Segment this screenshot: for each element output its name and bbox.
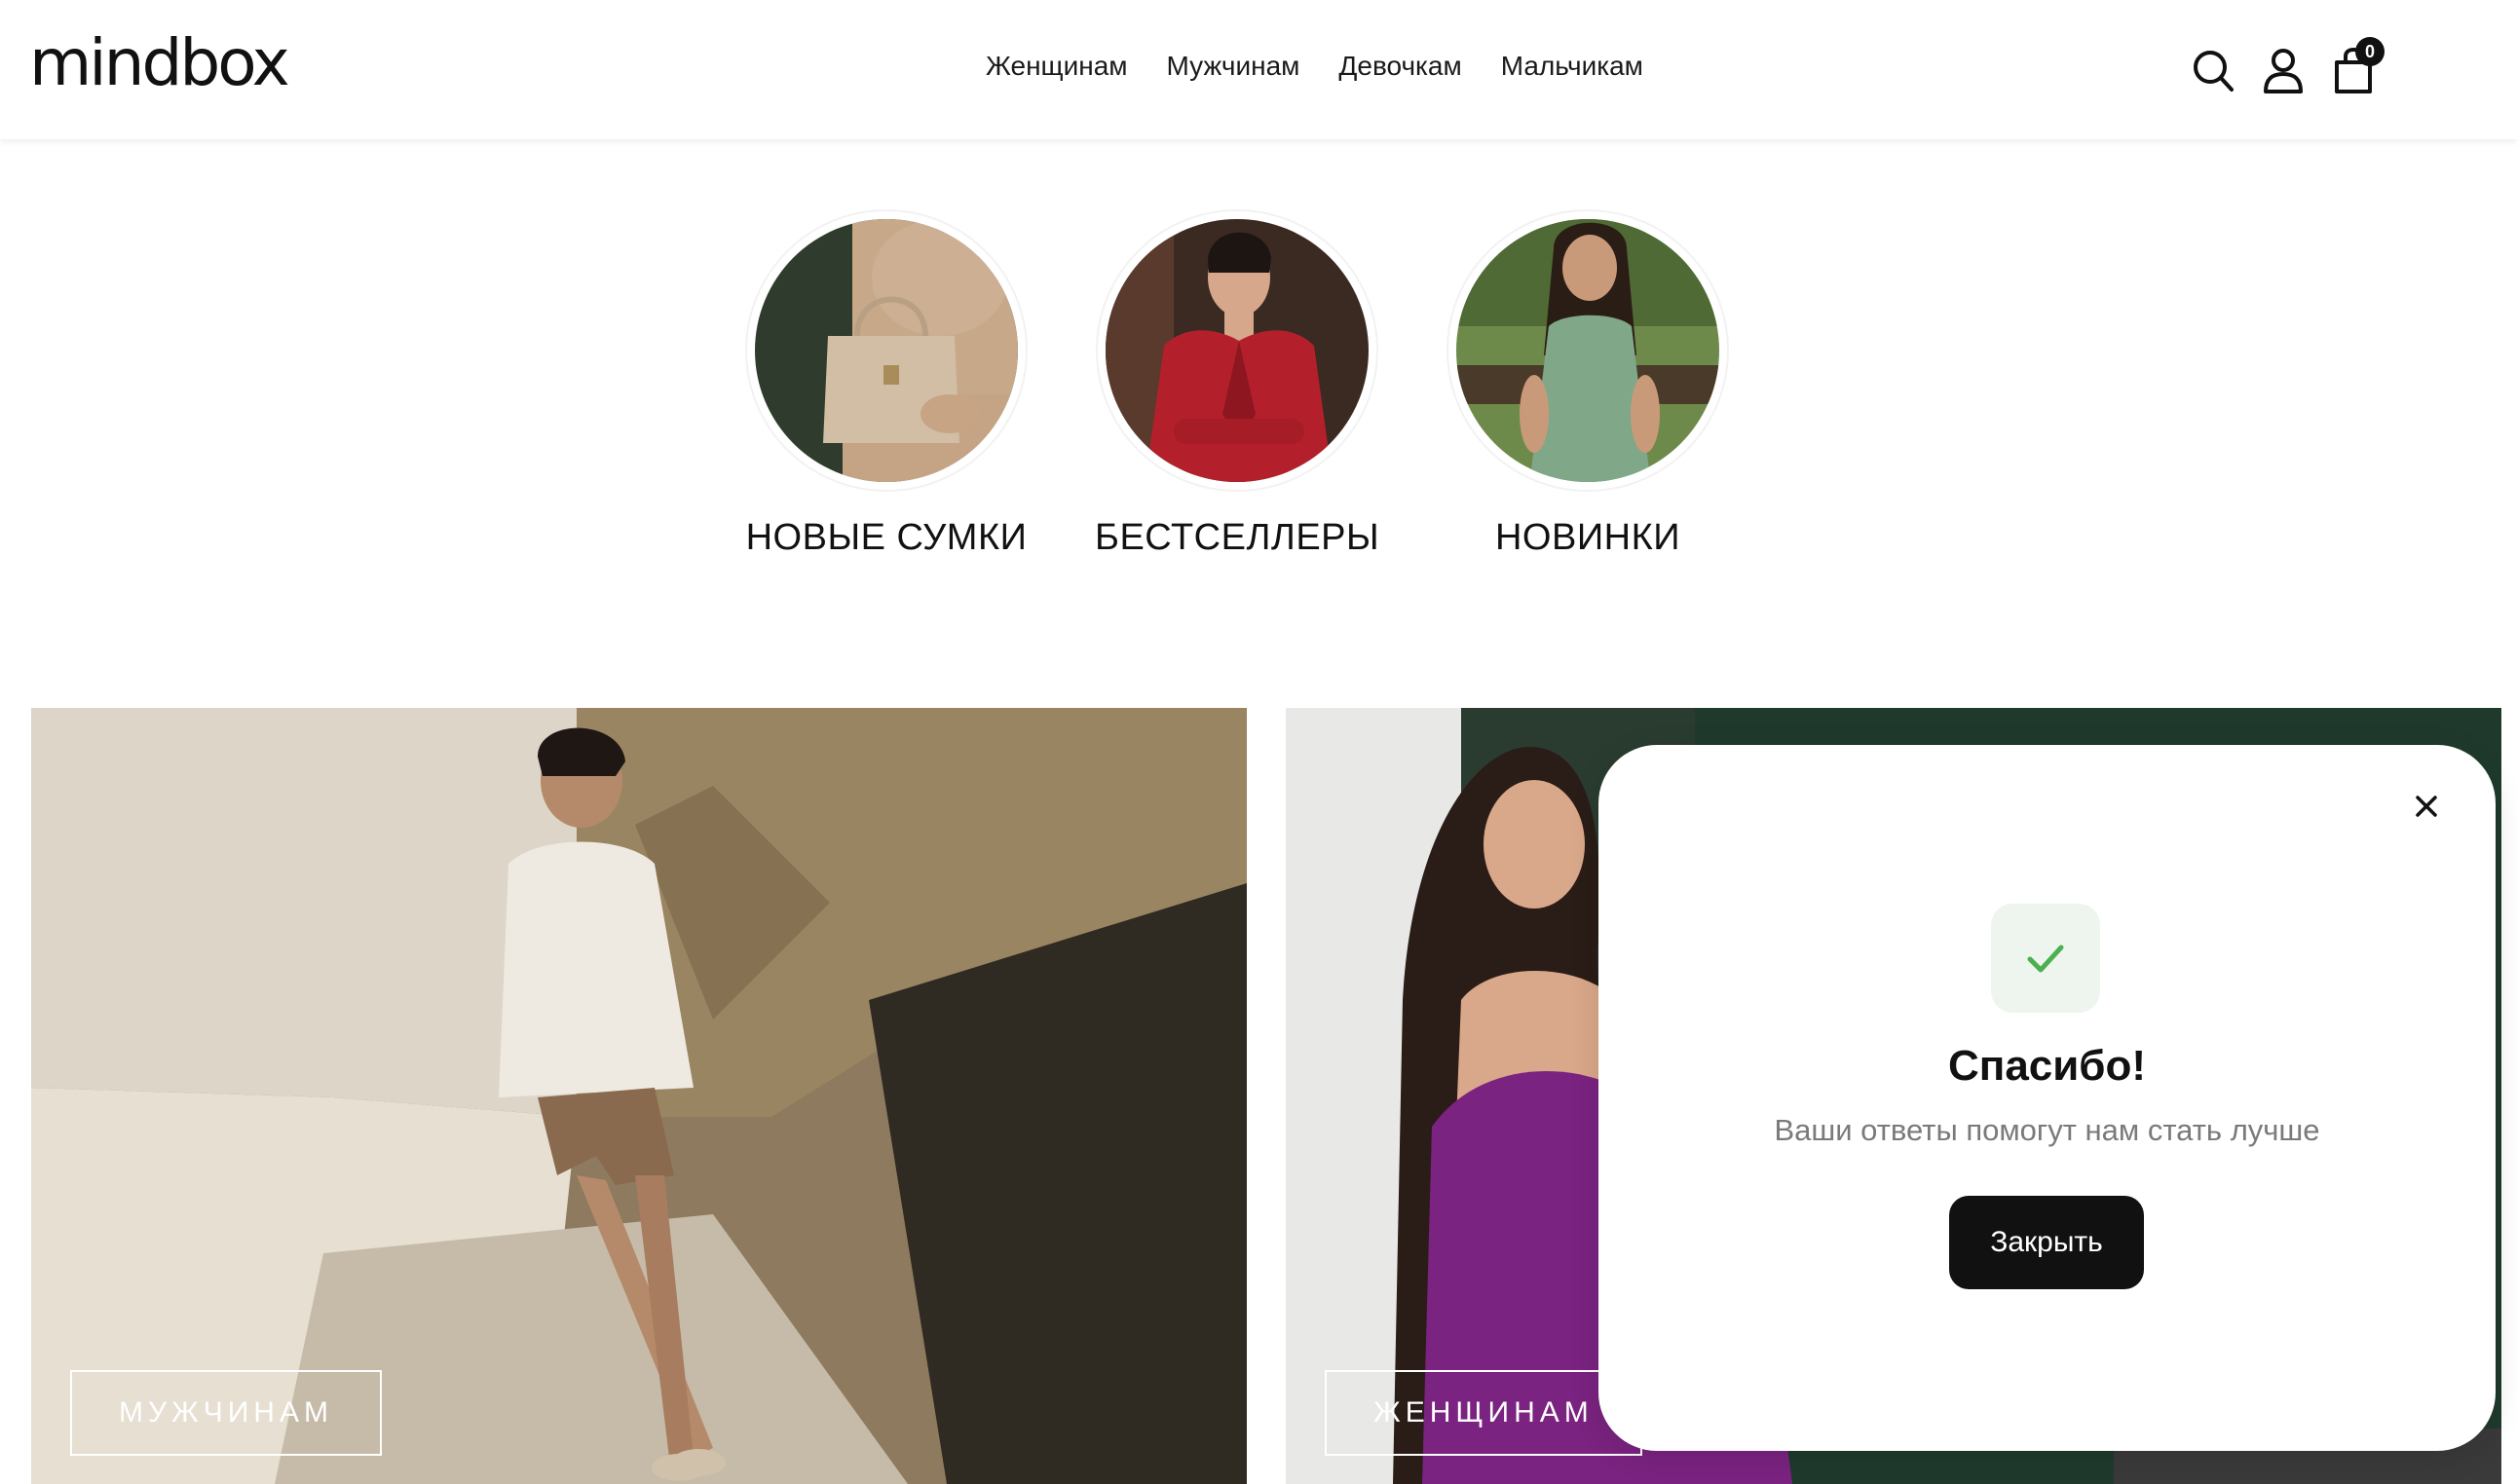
user-icon[interactable] — [2262, 47, 2305, 93]
category-image-ring — [745, 209, 1028, 492]
new-arrivals-photo — [1456, 219, 1719, 482]
thank-you-modal: Спасибо! Ваши ответы помогут нам стать л… — [1598, 745, 2496, 1451]
nav-item-women[interactable]: Женщинам — [986, 51, 1128, 82]
logo[interactable]: mindbox — [29, 19, 290, 107]
bag-photo — [755, 219, 1018, 482]
category-label: БЕСТСЕЛЛЕРЫ — [1095, 517, 1380, 558]
category-bestsellers[interactable]: БЕСТСЕЛЛЕРЫ — [1095, 209, 1379, 559]
nav-item-men[interactable]: Мужчинам — [1167, 51, 1300, 82]
search-icon[interactable] — [2192, 47, 2235, 93]
women-button[interactable]: ЖЕНЩИНАМ — [1325, 1370, 1642, 1456]
main-nav: Женщинам Мужчинам Девочкам Мальчикам — [986, 51, 1643, 82]
category-image-ring — [1096, 209, 1378, 492]
bestsellers-photo — [1106, 219, 1369, 482]
category-image-ring — [1446, 209, 1729, 492]
category-label: НОВИНКИ — [1494, 517, 1681, 558]
category-label: НОВЫЕ СУМКИ — [745, 517, 1028, 558]
banner-men[interactable]: МУЖЧИНАМ — [31, 708, 1247, 1484]
men-button[interactable]: МУЖЧИНАМ — [70, 1370, 382, 1456]
close-icon[interactable] — [2409, 789, 2444, 824]
nav-item-girls[interactable]: Девочкам — [1338, 51, 1461, 82]
header-icons: 0 — [2192, 37, 2385, 93]
cart-icon[interactable]: 0 — [2332, 37, 2385, 93]
cart-count-badge: 0 — [2355, 37, 2385, 66]
site-header: mindbox Женщинам Мужчинам Девочкам Мальч… — [0, 0, 2517, 139]
checkmark-icon — [2027, 945, 2064, 973]
close-button[interactable]: Закрыть — [1949, 1196, 2144, 1289]
modal-subtitle: Ваши ответы помогут нам стать лучше — [1774, 1113, 2320, 1147]
category-new-arrivals[interactable]: НОВИНКИ — [1446, 209, 1730, 559]
nav-item-boys[interactable]: Мальчикам — [1501, 51, 1643, 82]
category-new-bags[interactable]: НОВЫЕ СУМКИ — [744, 209, 1029, 559]
modal-title: Спасибо! — [1947, 1042, 2147, 1090]
success-check-badge — [1991, 904, 2100, 1013]
men-banner-photo — [31, 708, 1247, 1484]
